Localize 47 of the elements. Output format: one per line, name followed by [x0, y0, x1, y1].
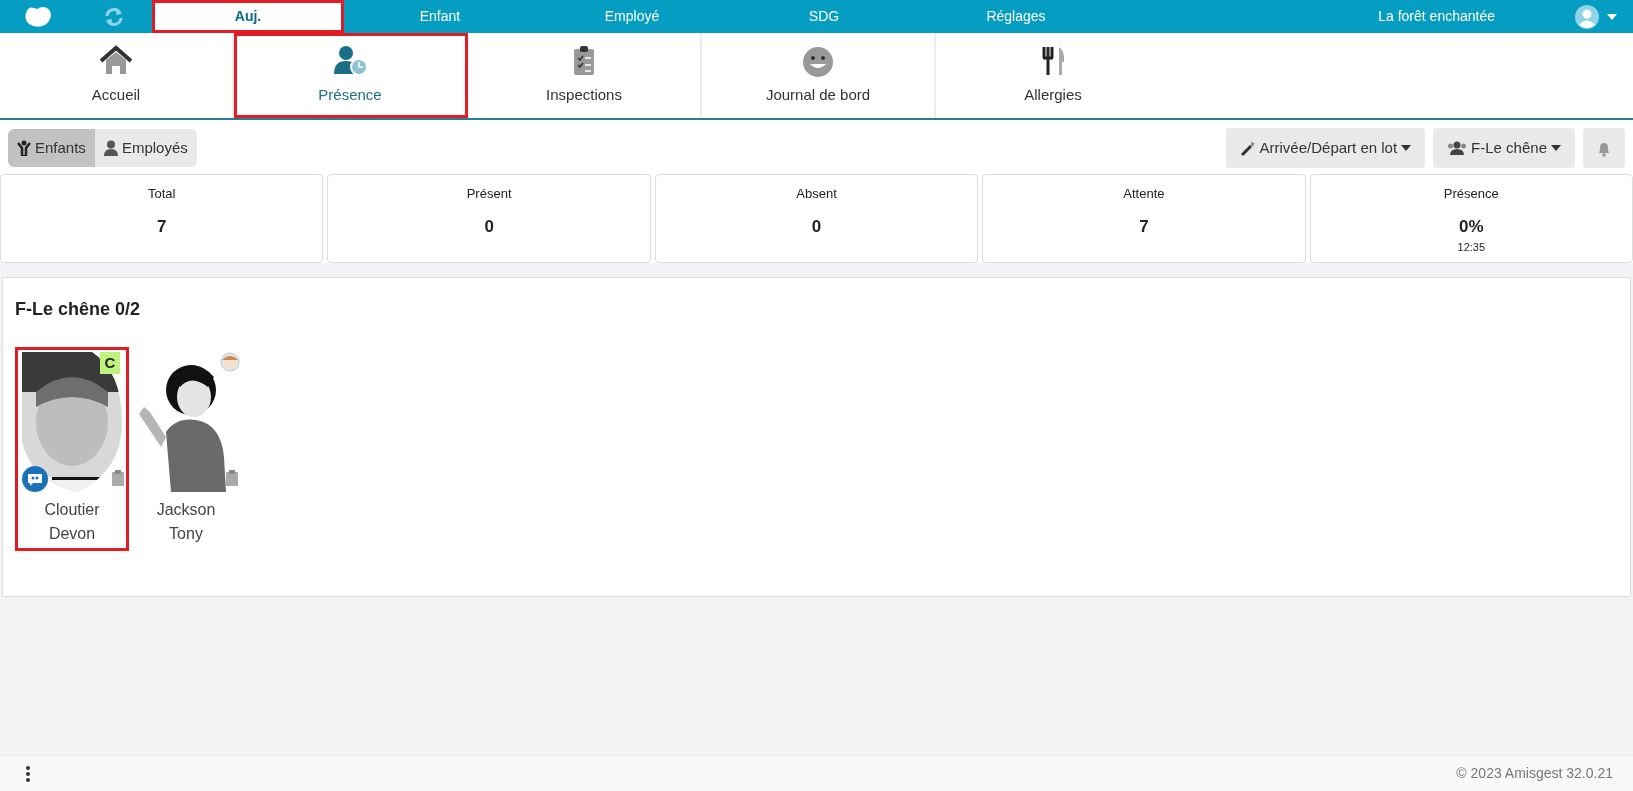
message-icon[interactable]	[22, 466, 48, 492]
stat-value: 0%	[1458, 215, 1485, 238]
stat-value: 7	[155, 215, 168, 238]
bell-icon	[1597, 140, 1611, 157]
child-card[interactable]: Jackson Tony	[129, 347, 243, 551]
stat-label: Total	[146, 185, 177, 203]
child-card[interactable]: C Cloutier Devon	[15, 347, 129, 551]
stat-label: Présent	[465, 185, 513, 203]
refresh-icon[interactable]	[103, 5, 125, 28]
group-title: F-Le chêne 0/2	[15, 298, 142, 321]
user-avatar-icon[interactable]	[1575, 4, 1599, 29]
notification-button[interactable]	[1583, 128, 1625, 168]
wand-icon	[1239, 140, 1256, 156]
child-last-name: Jackson	[156, 500, 216, 520]
child-first-name: Tony	[169, 524, 203, 544]
clipboard-icon[interactable]	[112, 470, 124, 486]
people-icon	[1447, 141, 1468, 155]
module-tab[interactable]: Accueil	[0, 33, 234, 118]
child-last-name: Cloutier	[44, 500, 100, 520]
status-badge: C	[100, 352, 120, 374]
person-icon	[103, 140, 118, 156]
caret-icon	[1401, 145, 1412, 151]
caret-icon[interactable]	[1607, 13, 1617, 20]
stat-value: 0	[810, 215, 823, 238]
group-button[interactable]: F-Le chêne	[1433, 128, 1575, 168]
batch-button[interactable]: Arrivée/Départ en lot	[1225, 128, 1426, 168]
smiley-icon	[800, 44, 836, 79]
child-first-name: Devon	[48, 524, 96, 544]
module-tab[interactable]: Journal de bord	[702, 33, 936, 118]
child-icon	[17, 140, 31, 156]
stat-label: Attente	[1122, 185, 1166, 203]
caret-icon	[1551, 145, 1561, 151]
copyright-text: © 2023 Amisgest 32.0.21	[1456, 764, 1613, 783]
module-tab[interactable]: Allergies	[936, 33, 1170, 118]
stat-value: 7	[1138, 215, 1150, 238]
logo-icon[interactable]	[23, 4, 53, 29]
more-icon[interactable]	[26, 765, 30, 782]
filter-toggle[interactable]: Employés	[94, 128, 197, 168]
clipboard-icon[interactable]	[226, 470, 238, 486]
stat-label: Absent	[795, 185, 838, 203]
stat-value: 0	[483, 215, 495, 238]
nav-tab[interactable]: Auj.	[152, 0, 344, 33]
filter-toggle[interactable]: Enfants	[8, 128, 95, 168]
module-tab[interactable]: Présence	[234, 33, 468, 118]
module-tab[interactable]: Inspections	[468, 33, 702, 118]
stat-time: 12:35	[1456, 240, 1487, 255]
stat-label: Présence	[1442, 185, 1500, 203]
